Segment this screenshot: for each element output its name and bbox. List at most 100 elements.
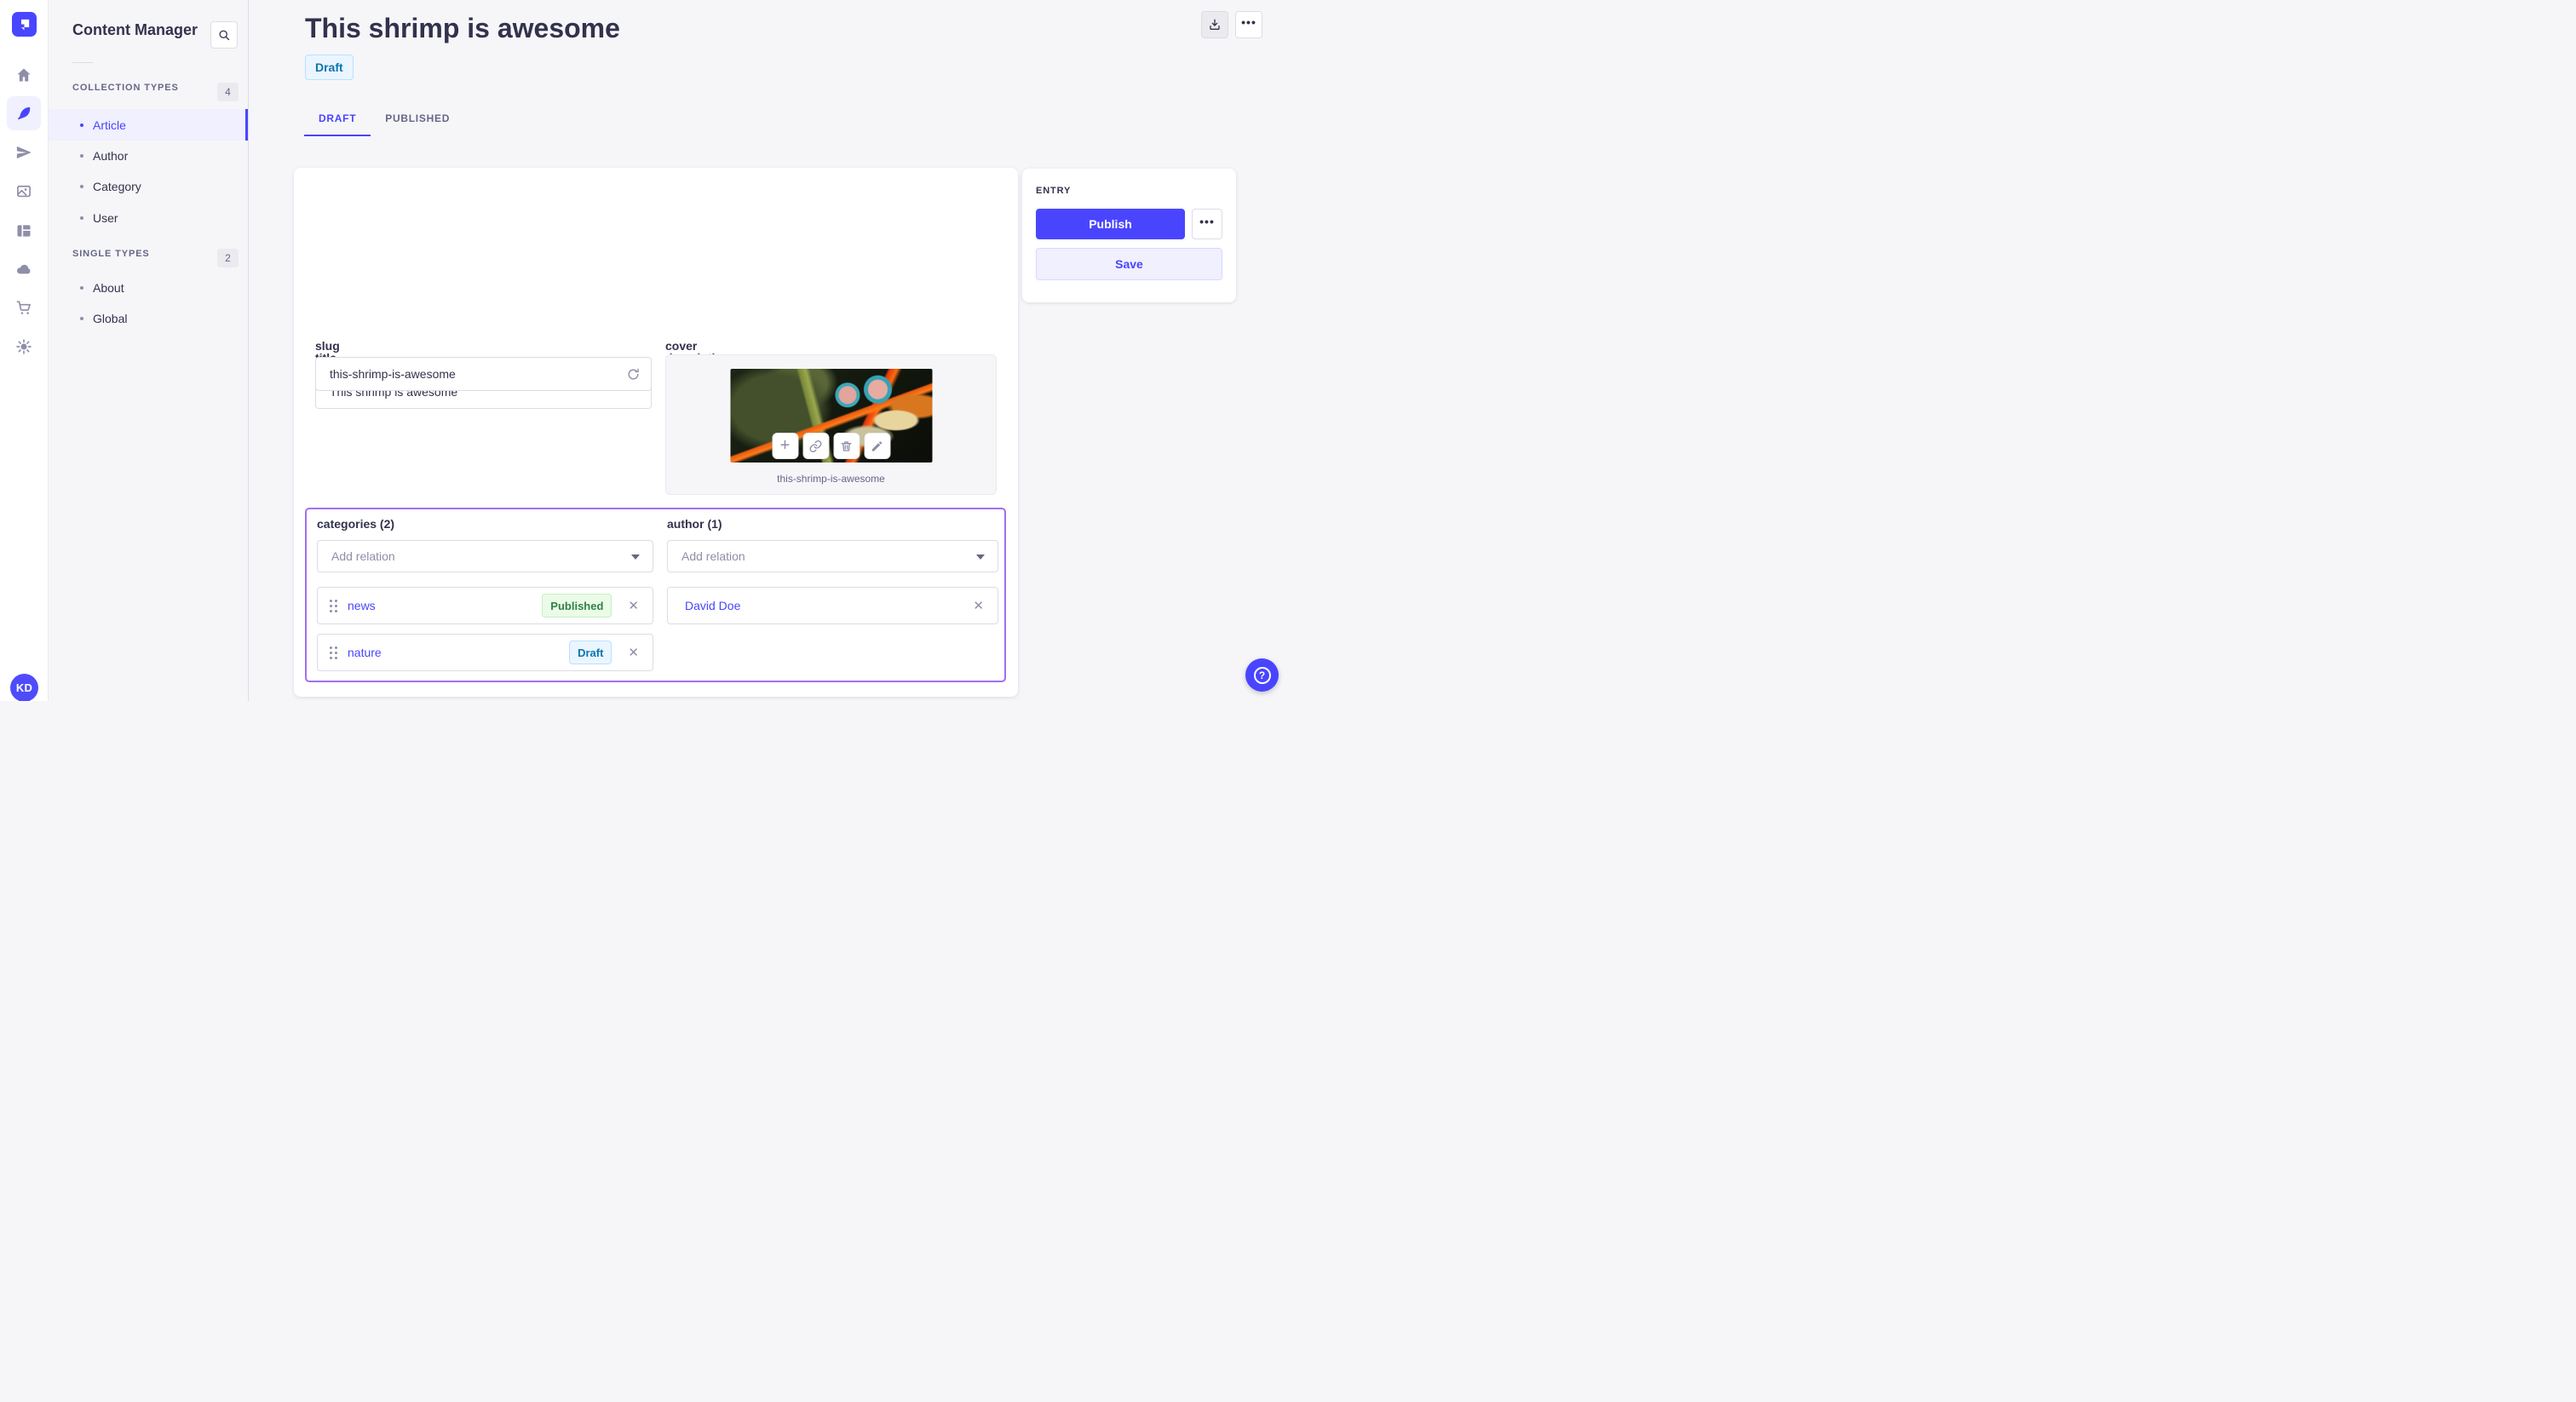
cover-add-button[interactable]: + (772, 433, 798, 459)
relations-highlight-box: categories (2) Add relation news Publish… (305, 508, 1006, 682)
relation-link-nature[interactable]: nature (348, 646, 382, 659)
chevron-down-icon (631, 554, 640, 560)
cover-caption: this-shrimp-is-awesome (777, 473, 885, 485)
more-icon: ••• (1241, 15, 1256, 29)
slug-field (315, 357, 652, 391)
slug-label: slug (315, 339, 340, 353)
entry-panel: ENTRY Publish ••• Save (1022, 169, 1236, 302)
sidebar-item-label: User (93, 210, 118, 225)
home-icon (17, 68, 31, 82)
entry-more-button[interactable]: ••• (1192, 209, 1222, 239)
edit-form-card: title description Mantis shrimps, or sto… (294, 168, 1018, 697)
sidebar-item-label: Global (93, 311, 128, 325)
sidebar-item-label: Author (93, 148, 129, 163)
author-add-relation-select[interactable]: Add relation (667, 540, 998, 572)
gear-icon (16, 339, 32, 354)
page-title: This shrimp is awesome (305, 13, 620, 43)
status-badge: Draft (305, 55, 354, 80)
relation-link-news[interactable]: news (348, 599, 376, 612)
user-avatar[interactable]: KD (10, 674, 38, 701)
relation-status-badge: Published (542, 594, 612, 618)
sidebar-item-about[interactable]: About (49, 272, 248, 303)
drag-handle-icon[interactable] (330, 646, 337, 659)
cover-field: + this-shrimp-is-awesome (665, 354, 997, 495)
sidebar-item-label: About (93, 280, 124, 295)
author-relation-row: David Doe ✕ (667, 587, 998, 624)
sidebar-item-label: Category (93, 179, 141, 193)
nav-media-library-button[interactable] (7, 175, 41, 209)
bullet-icon (80, 215, 83, 220)
remove-relation-button[interactable]: ✕ (626, 598, 641, 614)
plus-icon: + (779, 435, 791, 455)
remove-relation-button[interactable]: ✕ (626, 645, 641, 661)
nav-marketplace-button[interactable] (7, 290, 41, 325)
save-button[interactable]: Save (1036, 248, 1222, 280)
nav-releases-button[interactable] (7, 135, 41, 170)
link-icon (809, 440, 822, 452)
paper-plane-icon (16, 146, 32, 159)
sidebar-item-category[interactable]: Category (49, 170, 248, 202)
nav-content-type-builder-button[interactable] (7, 214, 41, 248)
author-field-label: author (1) (667, 517, 722, 531)
sidebar-divider (72, 62, 93, 63)
cover-copy-link-button[interactable] (802, 433, 829, 459)
more-icon: ••• (1199, 215, 1215, 228)
cover-edit-button[interactable] (864, 433, 890, 459)
strapi-logo[interactable] (12, 12, 37, 37)
sidebar-item-article[interactable]: Article (49, 109, 248, 141)
feather-icon (17, 106, 31, 120)
section-single-types-label: SINGLE TYPES (72, 249, 150, 259)
entry-panel-title: ENTRY (1036, 186, 1072, 196)
categories-add-relation-select[interactable]: Add relation (317, 540, 653, 572)
section-collection-types-label: COLLECTION TYPES (72, 83, 179, 93)
categories-placeholder: Add relation (331, 549, 395, 563)
relation-status-badge: Draft (569, 641, 612, 664)
bullet-icon (80, 153, 83, 158)
tab-draft[interactable]: DRAFT (304, 102, 371, 136)
bullet-icon (80, 123, 83, 127)
nav-settings-button[interactable] (7, 330, 41, 364)
sidebar-item-global[interactable]: Global (49, 302, 248, 334)
strapi-admin-page: KD Content Manager COLLECTION TYPES 4 Ar… (0, 0, 1288, 701)
sidebar-item-author[interactable]: Author (49, 140, 248, 171)
bullet-icon (80, 184, 83, 188)
categories-field-label: categories (2) (317, 517, 395, 531)
nav-content-manager-button[interactable] (7, 96, 41, 130)
remove-relation-button[interactable]: ✕ (971, 598, 986, 614)
category-relation-row-nature: nature Draft ✕ (317, 634, 653, 671)
cover-delete-button[interactable] (833, 433, 860, 459)
nav-home-button[interactable] (7, 58, 41, 92)
entry-actions-row: Publish ••• (1036, 209, 1222, 239)
relation-link-author[interactable]: David Doe (685, 599, 740, 612)
chevron-down-icon (976, 554, 985, 560)
help-button[interactable]: ? (1245, 658, 1279, 692)
bullet-icon (80, 285, 83, 290)
collection-types-count-badge: 4 (217, 83, 239, 101)
regenerate-slug-button[interactable] (624, 365, 641, 382)
sidebar-item-user[interactable]: User (49, 202, 248, 233)
single-types-count-badge: 2 (217, 249, 239, 267)
cover-actions: + (772, 433, 890, 459)
nav-deploy-button[interactable] (7, 252, 41, 286)
slug-input[interactable] (315, 357, 652, 391)
export-button[interactable] (1201, 11, 1228, 38)
images-icon (17, 185, 31, 198)
version-tabs: DRAFT PUBLISHED (304, 102, 464, 136)
bullet-icon (80, 316, 83, 320)
main-nav-rail: KD (0, 0, 49, 701)
sidebar-search-button[interactable] (210, 21, 238, 49)
trash-icon (841, 440, 852, 451)
drag-handle-icon[interactable] (330, 599, 337, 612)
content-manager-sidebar: Content Manager COLLECTION TYPES 4 Artic… (49, 0, 249, 701)
main-content: This shrimp is awesome ••• Draft DRAFT P… (249, 0, 1288, 701)
shopping-cart-icon (16, 301, 31, 314)
strapi-logo-glyph (20, 19, 30, 31)
search-icon (219, 30, 229, 40)
question-mark-icon: ? (1253, 666, 1271, 684)
header-more-button[interactable]: ••• (1235, 11, 1262, 38)
download-icon (1210, 19, 1220, 30)
sidebar-title: Content Manager (72, 21, 198, 38)
tab-published[interactable]: PUBLISHED (371, 102, 464, 136)
cover-field-label: cover (665, 339, 698, 353)
publish-button[interactable]: Publish (1036, 209, 1185, 239)
